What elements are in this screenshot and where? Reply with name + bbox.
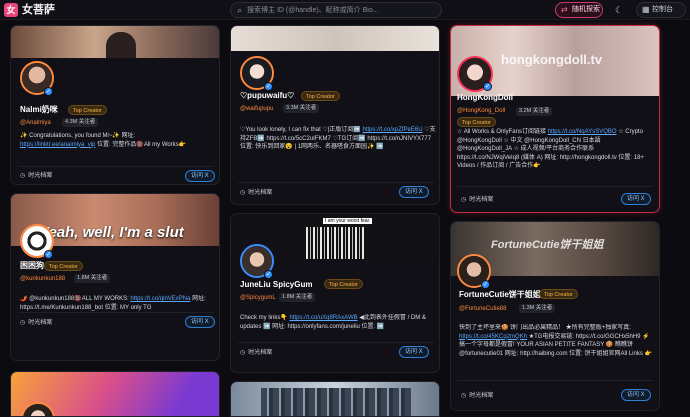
follower-count: 1.3M 关注者	[519, 304, 556, 313]
creator-name[interactable]: ♡pupuwaifu♡	[240, 91, 294, 101]
top-creator-badge: Top Creator	[301, 91, 340, 101]
verified-badge-icon: ✓	[483, 82, 492, 91]
console-label: 控制台	[652, 6, 673, 13]
card-banner	[231, 382, 439, 416]
creator-card[interactable]: FortuneCutie饼干姐姐 ✓ FortuneCutie饼干姐姐 Top …	[450, 221, 660, 411]
time-archive-link[interactable]: ◷ 时光档案	[461, 392, 493, 400]
bio-link[interactable]: https://t.co/45KCq2mQKh	[459, 334, 527, 340]
banner-watermark: hongkongdoll.tv	[501, 52, 603, 67]
follower-count: 1.8M 关注者	[279, 293, 316, 302]
creator-card[interactable]: Yeah, well, I'm a slut ✓ 困困狗 Top Creator…	[10, 193, 220, 361]
creator-card[interactable]: hongkongdoll.tv ✓ HongKongDoll @HongKong…	[450, 25, 660, 213]
follower-count: 3.2M 关注者	[516, 107, 553, 116]
time-archive-link[interactable]: ◷ 时光档案	[240, 189, 272, 197]
banner-watermark: FortuneCutie饼干姐姐	[491, 239, 604, 251]
card-divider	[18, 312, 214, 313]
time-archive-link[interactable]: ◷ 时光档案	[20, 319, 52, 327]
creator-name[interactable]: JuneLiu SpicyGum	[240, 280, 312, 290]
shuffle-icon: ⇄	[561, 5, 568, 14]
top-bar: 女 女菩萨 ⌕ ⇄ 随机探索 ☾ ▦ 控制台	[0, 0, 690, 20]
verified-badge-icon: ✓	[264, 270, 273, 279]
app-logo[interactable]: 女	[4, 3, 18, 17]
verified-badge-icon: ✓	[264, 82, 273, 91]
visit-x-button[interactable]: 访问 X	[621, 389, 651, 401]
random-explore-button[interactable]: ⇄ 随机探索	[555, 2, 603, 18]
follower-count: 3.3M 关注者	[283, 104, 320, 113]
creator-card[interactable]: I am your worst fear. ✓ JuneLiu SpicyGum…	[230, 213, 440, 373]
bio-link[interactable]: https://linktr.ee/anaimiya_vip	[20, 142, 95, 148]
creator-card-partial[interactable]	[10, 371, 220, 417]
bio-link[interactable]: https://t.co/qlnVExPNa	[130, 296, 190, 302]
follower-count: 4.3M 关注者	[62, 118, 99, 127]
creator-handle[interactable]: @waifupupu	[240, 105, 273, 113]
creator-card[interactable]: ✓ Nalmi奶咪 Top Creator @Analmiya 4.3M 关注者…	[10, 25, 220, 185]
card-divider	[238, 182, 434, 183]
creator-name[interactable]: FortuneCutie饼干姐姐	[459, 290, 541, 300]
top-creator-badge: Top Creator	[68, 105, 107, 115]
creator-bio: ✨ Congratulations, you found Mi~✨ 网址: ht…	[20, 133, 187, 148]
visit-x-button[interactable]: 访问 X	[185, 316, 215, 328]
bio-link[interactable]: https://t.co/xpZfPeE6U	[363, 127, 423, 133]
creator-bio: ♡You look lonely, I can fix that ♡|正版订阅➡…	[240, 127, 436, 150]
verified-badge-icon: ✓	[44, 250, 53, 259]
top-creator-badge: Top Creator	[44, 261, 83, 271]
theme-toggle-moon-icon[interactable]: ☾	[612, 3, 626, 17]
search-box[interactable]: ⌕	[230, 2, 442, 18]
creator-name[interactable]: 困困狗	[20, 261, 44, 271]
creator-handle[interactable]: @kunkunkun188	[20, 275, 65, 283]
creator-bio: 快到了主坏里来🍪 饼门出品必属精品！ ★所有完整版+独家写真: https://…	[459, 325, 652, 357]
clock-icon: ◷	[240, 350, 246, 356]
avatar[interactable]	[21, 402, 55, 416]
time-archive-link[interactable]: ◷ 时光档案	[20, 172, 52, 180]
top-creator-badge: Top Creator	[457, 117, 496, 127]
creator-name[interactable]: HongKongDoll	[457, 93, 513, 103]
bio-link[interactable]: https://t.co/NqAYsSVQBO	[548, 129, 617, 135]
bio-link[interactable]: https://t.co/uXq8RAxAWB	[289, 315, 357, 321]
app-name[interactable]: 女菩萨	[22, 3, 55, 17]
card-banner	[231, 26, 439, 51]
banner-caption: Yeah, well, I'm a slut	[39, 224, 184, 241]
top-creator-badge: Top Creator	[539, 289, 578, 299]
search-icon: ⌕	[237, 5, 243, 15]
clock-icon: ◷	[240, 190, 246, 196]
search-input[interactable]	[247, 4, 437, 16]
visit-x-button[interactable]: 访问 X	[399, 346, 429, 358]
creator-handle[interactable]: @FortuneCutie88	[459, 305, 506, 313]
random-explore-label: 随机探索	[572, 6, 600, 13]
card-divider	[457, 186, 653, 187]
visit-x-button[interactable]: 访问 X	[185, 170, 215, 182]
time-archive-link[interactable]: ◷ 时光档案	[240, 349, 272, 357]
creator-handle[interactable]: @SpicygumL	[240, 294, 276, 302]
visit-x-button[interactable]: 访问 X	[621, 193, 651, 205]
top-creator-badge: Top Creator	[324, 279, 363, 289]
clock-icon: ◷	[461, 197, 467, 203]
follower-count: 1.8M 关注者	[74, 274, 111, 283]
verified-badge-icon: ✓	[44, 87, 53, 96]
creator-handle[interactable]: @HongKong_Doll	[457, 107, 505, 115]
visit-x-button[interactable]: 访问 X	[399, 186, 429, 198]
card-divider	[18, 166, 214, 167]
verified-badge-icon: ✓	[481, 280, 490, 289]
clock-icon: ◷	[20, 320, 26, 326]
creator-name[interactable]: Nalmi奶咪	[20, 105, 58, 115]
time-archive-link[interactable]: ◷ 时光档案	[461, 196, 493, 204]
dashboard-icon: ▦	[642, 5, 650, 14]
banner-caption: I am your worst fear.	[323, 218, 373, 224]
creator-bio: ☆ All Works & OnlyFans订阅链接 https://t.co/…	[457, 129, 644, 169]
creator-card-partial[interactable]	[230, 381, 440, 417]
card-divider	[238, 342, 434, 343]
creator-handle[interactable]: @Analmiya	[20, 119, 51, 127]
clock-icon: ◷	[20, 173, 26, 179]
creator-card[interactable]: ✓ ♡pupuwaifu♡ Top Creator @waifupupu 3.3…	[230, 25, 440, 205]
clock-icon: ◷	[461, 393, 467, 399]
card-divider	[457, 380, 653, 381]
console-button[interactable]: ▦ 控制台	[636, 2, 686, 18]
creator-bio: Check my links👇 https://t.co/uXq8RAxAWB …	[240, 315, 426, 330]
card-banner	[11, 26, 219, 58]
